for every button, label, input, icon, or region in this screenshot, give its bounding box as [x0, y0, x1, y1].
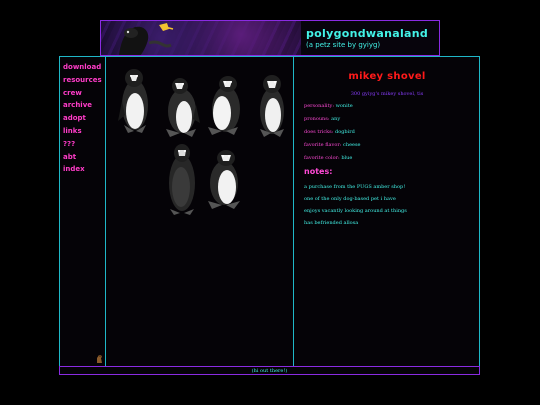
stat-color: favorite color: blue	[304, 155, 352, 161]
nav-item-mystery[interactable]: ???	[63, 138, 105, 151]
site-footer: (hi out there!)	[59, 366, 480, 375]
pet-name: mikey shovel	[348, 71, 426, 82]
stat-tricks: does tricks: dogbird	[304, 129, 355, 135]
banner-artwork	[101, 21, 301, 55]
pet-info: mikey shovel 300 gyiyg's mikey shovel, t…	[294, 57, 480, 366]
stat-value: cheese	[343, 142, 361, 148]
nav-item-resources[interactable]: resources	[63, 74, 105, 87]
site-subtitle: (a petz site by gyiyg)	[306, 41, 381, 49]
pet-image[interactable]	[206, 147, 242, 209]
note-item: a purchase from the PUGS amber shop!	[304, 184, 406, 190]
stat-personality: personality: wonite	[304, 103, 353, 109]
stat-value: wonite	[335, 103, 353, 109]
stat-value: any	[331, 116, 341, 122]
pet-sprite-icon	[97, 355, 102, 363]
notes-heading: notes:	[304, 167, 333, 176]
stat-key: favorite flavor:	[304, 142, 342, 148]
sidebar-nav: download resources crew archive adopt li…	[60, 57, 106, 366]
pet-image[interactable]	[206, 73, 242, 135]
pet-image[interactable]	[166, 141, 198, 215]
note-item: one of the only dog-based pet i have	[304, 196, 396, 202]
stat-value: blue	[341, 155, 353, 161]
nav-item-download[interactable]: download	[63, 61, 105, 74]
site-title[interactable]: polygondwanaland	[306, 27, 428, 40]
site-banner: polygondwanaland (a petz site by gyiyg)	[100, 20, 440, 56]
stat-key: personality:	[304, 103, 335, 109]
stat-key: favorite color:	[304, 155, 340, 161]
stat-key: does tricks:	[304, 129, 334, 135]
pet-image[interactable]	[162, 75, 200, 137]
nav-item-archive[interactable]: archive	[63, 99, 105, 112]
pet-image[interactable]	[256, 73, 288, 137]
footer-text: (hi out there!)	[251, 368, 288, 374]
pet-gallery	[106, 57, 294, 366]
nav-item-adopt[interactable]: adopt	[63, 112, 105, 125]
note-item: enjoys vacantly looking around at things	[304, 208, 407, 214]
stat-key: pronouns:	[304, 116, 330, 122]
nav-item-index[interactable]: index	[63, 163, 105, 176]
nav-item-abt[interactable]: abt	[63, 151, 105, 164]
pet-tagline: 300 gyiyg's mikey shovel, tis	[350, 91, 424, 97]
pet-image[interactable]	[118, 65, 152, 135]
stat-value: dogbird	[335, 129, 355, 135]
nav-item-crew[interactable]: crew	[63, 87, 105, 100]
stat-pronouns: pronouns: any	[304, 116, 340, 122]
nav-item-links[interactable]: links	[63, 125, 105, 138]
stat-flavor: favorite flavor: cheese	[304, 142, 361, 148]
note-item: has befriended allosa	[304, 220, 359, 226]
main-frame: download resources crew archive adopt li…	[59, 56, 480, 367]
